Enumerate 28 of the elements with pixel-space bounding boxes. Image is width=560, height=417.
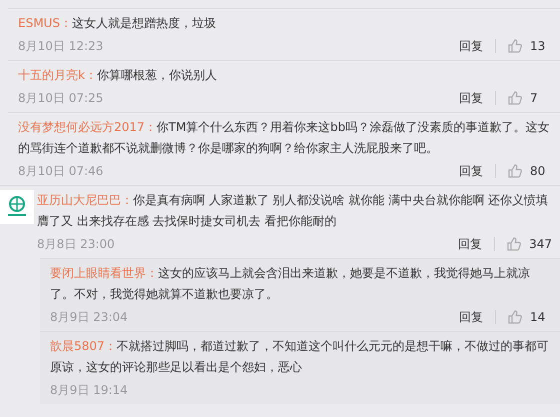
thumbs-up-icon[interactable]: [508, 91, 522, 105]
thumbs-up-icon[interactable]: [508, 39, 522, 53]
like-count: 7: [530, 91, 539, 105]
reply-link[interactable]: 回复: [458, 236, 482, 252]
like-count: 80: [530, 164, 546, 178]
like-count: 13: [530, 39, 546, 53]
reply-link[interactable]: 回复: [459, 38, 483, 54]
comment-text: 要闭上眼睛看世界：这女的应该马上就会含泪出来道歉，她要是不道歉，我觉得她马上就凉了。不对，我觉得她就算不道歉也要凉了。: [50, 265, 531, 303]
thumbs-up-icon[interactable]: [508, 164, 522, 178]
comment-time: 8月10日 12:23: [18, 38, 104, 54]
reply-link[interactable]: 回复: [459, 162, 483, 180]
avatar-icon[interactable]: [0, 190, 34, 224]
thumbs-up-icon[interactable]: [507, 237, 522, 251]
comment-text: 没有梦想何必远方2017：你TM算个什么东西？用着你来这bb吗？涂磊做了没素质的事道歉了。这女的骂街连个道歉都不说就删微博？你是哪家的狗啊？给你家主人洗屁股来了吧。: [18, 119, 550, 157]
comment-text: 歆晨5807：不就搭过脚吗，都道过歉了，不知道这个叫什么元元的是想干嘛，不做过的事都可原谅，这女的评论那些足以看出是个怨妇，恶心: [50, 338, 550, 376]
comment-text: ESMUS：这女人就是想蹭热度，垃圾: [18, 15, 217, 32]
reply-link[interactable]: 回复: [459, 90, 483, 106]
like-count: 14: [530, 310, 546, 324]
comment-time: 8月8日 23:00: [37, 236, 116, 252]
reply-link[interactable]: 回复: [459, 308, 483, 326]
comment-text: 十五的月亮k：你算哪根葱，你说别人: [18, 67, 218, 84]
comment-time: 8月10日 07:46: [18, 162, 104, 180]
like-count: 347: [529, 237, 552, 251]
comment-time: 8月10日 07:25: [18, 90, 104, 106]
comment-time: 8月9日 23:04: [50, 308, 129, 326]
thumbs-up-icon[interactable]: [508, 310, 522, 324]
comment-time: 8月9日 19:14: [50, 382, 129, 398]
comment-text: 亚历山大尼巴巴：你是真有病啊 人家道歉了 别人都没说啥 就你能 满中央台就你能啊 还你义愤填膺了又 出来找存在感 去找保时捷女司机去 看把你能耐的: [37, 192, 550, 230]
